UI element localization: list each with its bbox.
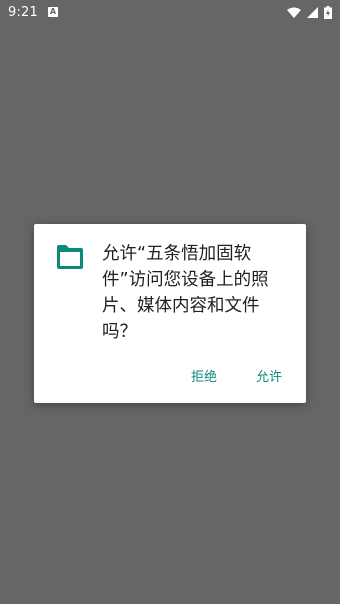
cell-signal-icon [307, 6, 318, 18]
status-right [287, 5, 332, 19]
status-bar: 9:21 A [0, 0, 340, 24]
screen: 9:21 A 允许“五条悟加固软件”访问您设备上的照片、媒体内容和文件吗？ 拒绝… [0, 0, 340, 604]
battery-charging-icon [324, 5, 332, 19]
status-left: 9:21 A [8, 5, 58, 20]
dialog-actions: 拒绝 允许 [189, 364, 284, 387]
dialog-message: 允许“五条悟加固软件”访问您设备上的照片、媒体内容和文件吗？ [102, 244, 269, 342]
permission-dialog: 允许“五条悟加固软件”访问您设备上的照片、媒体内容和文件吗？ 拒绝 允许 [34, 224, 306, 403]
notification-icon: A [48, 7, 58, 17]
wifi-icon [287, 7, 301, 18]
deny-button[interactable]: 拒绝 [189, 364, 219, 387]
allow-button[interactable]: 允许 [254, 364, 284, 387]
status-time: 9:21 [8, 4, 38, 20]
folder-icon [56, 244, 84, 270]
